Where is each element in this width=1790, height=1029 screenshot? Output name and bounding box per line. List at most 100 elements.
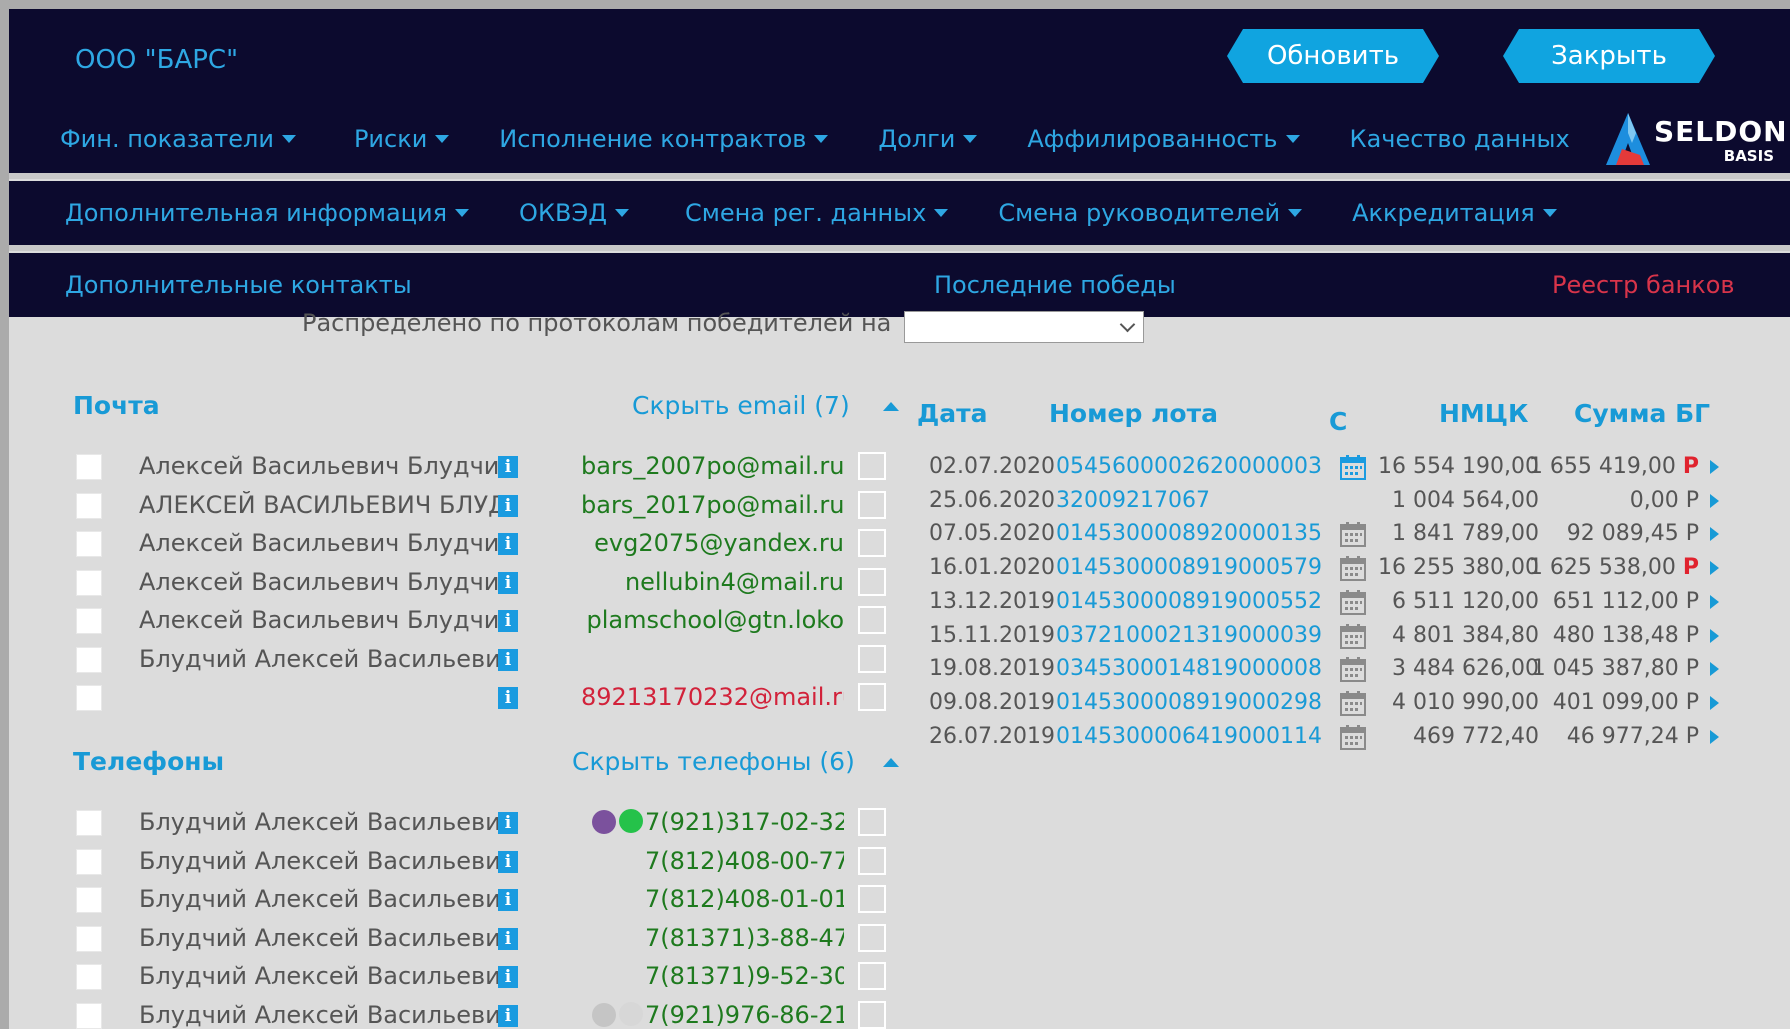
mark-checkbox[interactable] <box>858 808 886 836</box>
mark-checkbox[interactable] <box>858 885 886 913</box>
info-icon[interactable]: i <box>498 494 518 517</box>
lot-number-link[interactable]: 0345300014819000008 <box>1056 656 1322 681</box>
expand-arrow-icon[interactable] <box>1710 662 1719 677</box>
bg-amount-value: 1 655 419,00 <box>1528 454 1676 479</box>
lot-number-link[interactable]: 0145300008920000135 <box>1056 521 1322 546</box>
menu-item[interactable]: Аккредитация <box>1352 199 1557 227</box>
select-checkbox[interactable] <box>76 646 102 673</box>
select-checkbox[interactable] <box>76 608 102 634</box>
mark-checkbox[interactable] <box>858 644 886 673</box>
info-icon[interactable]: i <box>498 456 518 478</box>
mark-checkbox[interactable] <box>858 529 886 557</box>
whatsapp-icon[interactable] <box>619 809 643 833</box>
info-icon[interactable]: i <box>498 850 518 873</box>
info-icon[interactable]: i <box>498 571 518 594</box>
expand-arrow-icon[interactable] <box>1710 628 1719 643</box>
info-icon[interactable]: i <box>498 966 518 988</box>
menu-item[interactable]: ОКВЭД <box>519 199 629 227</box>
lot-number-link[interactable]: 0145300008919000579 <box>1056 555 1322 580</box>
info-icon[interactable]: i <box>498 687 518 709</box>
expand-arrow-icon[interactable] <box>1710 493 1719 508</box>
menu-item[interactable]: Смена рег. данных <box>685 199 949 227</box>
menu-item[interactable]: Аффилированность <box>1027 125 1300 153</box>
mark-checkbox[interactable] <box>858 923 886 952</box>
info-icon[interactable]: i <box>498 610 518 632</box>
lot-number-link[interactable]: 0145300006419000114 <box>1056 724 1322 749</box>
calendar-icon[interactable] <box>1339 690 1367 716</box>
calendar-icon[interactable] <box>1339 623 1367 649</box>
select-checkbox[interactable] <box>76 887 102 913</box>
menu-item[interactable]: Фин. показатели <box>60 125 296 153</box>
extra-contacts-link[interactable]: Дополнительные контакты <box>65 271 412 299</box>
menu-item[interactable]: Исполнение контрактов <box>499 125 829 153</box>
col-date[interactable]: Дата <box>917 399 988 428</box>
menu-item[interactable]: Смена руководителей <box>998 199 1303 227</box>
last-wins-link[interactable]: Последние победы <box>934 271 1176 299</box>
hide-email-link[interactable]: Скрыть email (7) <box>632 391 850 420</box>
app-frame: ООО "БАРС" Обновить Закрыть Фин. показат… <box>9 9 1790 1029</box>
info-icon[interactable]: i <box>498 889 518 911</box>
select-checkbox[interactable] <box>76 810 102 836</box>
whatsapp-icon[interactable] <box>619 1001 643 1026</box>
expand-arrow-icon[interactable] <box>1710 460 1719 474</box>
select-checkbox[interactable] <box>76 492 102 519</box>
calendar-icon[interactable] <box>1339 521 1367 548</box>
expand-arrow-icon[interactable] <box>1710 527 1719 542</box>
expand-arrow-icon[interactable] <box>1710 695 1719 710</box>
mark-checkbox[interactable] <box>858 567 886 596</box>
select-checkbox[interactable] <box>76 848 102 875</box>
collapse-icon[interactable] <box>883 402 899 411</box>
select-checkbox[interactable] <box>76 569 102 596</box>
col-c[interactable]: С <box>1329 407 1347 436</box>
calendar-icon[interactable] <box>1339 555 1367 582</box>
calendar-icon[interactable] <box>1339 589 1367 615</box>
lot-number-link[interactable]: 0372100021319000039 <box>1056 623 1322 648</box>
mark-checkbox[interactable] <box>858 846 886 875</box>
lot-number-link[interactable]: 32009217067 <box>1056 488 1210 513</box>
col-lot[interactable]: Номер лота <box>1049 399 1218 428</box>
select-checkbox[interactable] <box>76 964 102 990</box>
lot-number-link[interactable]: 0545600002620000003 <box>1056 454 1322 479</box>
mark-checkbox[interactable] <box>858 1000 886 1029</box>
select-checkbox[interactable] <box>76 531 102 557</box>
hide-phones-link[interactable]: Скрыть телефоны (6) <box>572 747 855 776</box>
viber-icon[interactable] <box>592 1002 616 1027</box>
expand-arrow-icon[interactable] <box>1710 561 1719 576</box>
info-icon[interactable]: i <box>498 648 518 671</box>
menu-item[interactable]: Дополнительная информация <box>65 199 470 227</box>
col-nmck[interactable]: НМЦК <box>1439 399 1528 428</box>
calendar-icon[interactable] <box>1339 454 1367 480</box>
menu-item[interactable]: Качество данных <box>1350 125 1570 153</box>
expand-arrow-icon[interactable] <box>1710 729 1719 744</box>
currency-symbol: Р <box>1685 689 1699 715</box>
calendar-icon[interactable] <box>1339 724 1367 750</box>
mark-checkbox[interactable] <box>858 962 886 990</box>
collapse-icon[interactable] <box>883 758 899 767</box>
mark-checkbox[interactable] <box>858 452 886 480</box>
mark-checkbox[interactable] <box>858 606 886 634</box>
info-icon[interactable]: i <box>498 812 518 834</box>
close-button[interactable]: Закрыть <box>1503 29 1715 83</box>
top-bar: ООО "БАРС" Обновить Закрыть <box>9 9 1790 101</box>
viber-icon[interactable] <box>592 810 616 834</box>
nmck-value: 16 554 190,00 <box>1378 454 1539 479</box>
bank-registry-link[interactable]: Реестр банков <box>1552 271 1735 299</box>
select-checkbox[interactable] <box>76 1002 102 1029</box>
protocol-date-select[interactable] <box>904 311 1144 343</box>
mark-checkbox[interactable] <box>858 490 886 519</box>
select-checkbox[interactable] <box>76 685 102 711</box>
mark-checkbox[interactable] <box>858 683 886 711</box>
info-icon[interactable]: i <box>498 1004 518 1027</box>
info-icon[interactable]: i <box>498 533 518 555</box>
select-checkbox[interactable] <box>76 925 102 952</box>
expand-arrow-icon[interactable] <box>1710 594 1719 609</box>
menu-item[interactable]: Риски <box>354 125 450 153</box>
menu-item[interactable]: Долги <box>878 125 978 153</box>
lot-number-link[interactable]: 0145300008919000552 <box>1056 589 1322 614</box>
refresh-button[interactable]: Обновить <box>1227 29 1439 83</box>
lot-number-link[interactable]: 0145300008919000298 <box>1056 690 1322 715</box>
col-bg[interactable]: Сумма БГ <box>1574 399 1710 428</box>
calendar-icon[interactable] <box>1339 656 1367 683</box>
info-icon[interactable]: i <box>498 927 518 950</box>
select-checkbox[interactable] <box>76 454 102 480</box>
